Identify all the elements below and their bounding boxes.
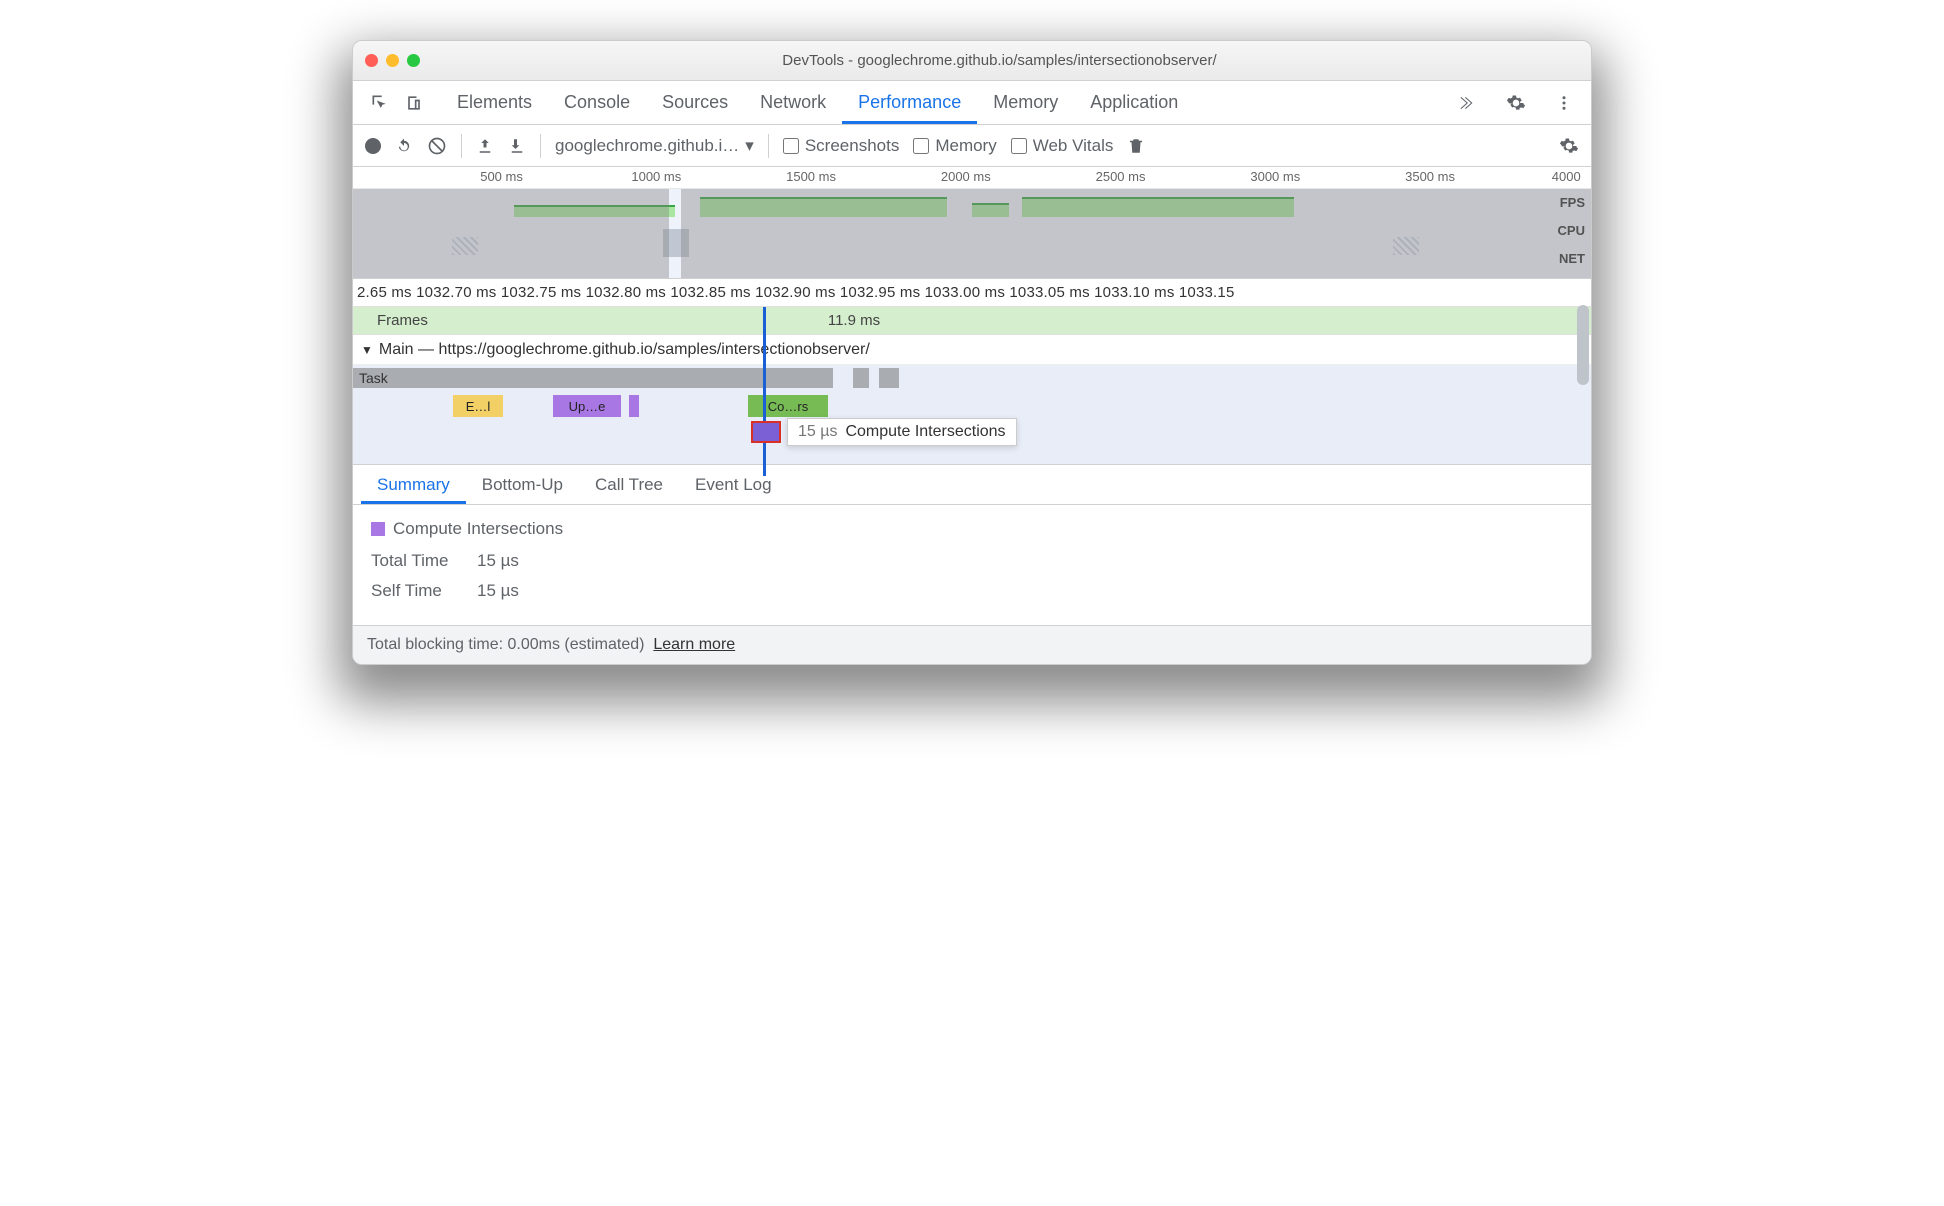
flame-task-small[interactable] xyxy=(853,368,869,388)
playhead-line[interactable] xyxy=(763,307,766,476)
flame-bar-update[interactable]: Up…e xyxy=(553,395,621,417)
titlebar: DevTools - googlechrome.github.io/sample… xyxy=(353,41,1591,81)
event-name: Compute Intersections xyxy=(393,519,563,539)
tooltip-label: Compute Intersections xyxy=(845,423,1005,440)
selected-event[interactable] xyxy=(751,421,781,443)
maximize-icon[interactable] xyxy=(407,54,420,67)
scrollbar-thumb[interactable] xyxy=(1577,305,1589,385)
main-thread-label: Main — https://googlechrome.github.io/sa… xyxy=(379,341,870,359)
frames-track[interactable]: Frames 11.9 ms xyxy=(353,307,1591,335)
tab-call-tree[interactable]: Call Tree xyxy=(579,465,679,504)
frames-label: Frames xyxy=(377,312,428,329)
flame-bar-composite[interactable]: Co…rs xyxy=(748,395,828,417)
inspect-icon[interactable] xyxy=(363,86,397,120)
window-title: DevTools - googlechrome.github.io/sample… xyxy=(420,52,1579,69)
footer: Total blocking time: 0.00ms (estimated) … xyxy=(353,625,1591,664)
tab-summary[interactable]: Summary xyxy=(361,465,466,504)
devtools-window: DevTools - googlechrome.github.io/sample… xyxy=(352,40,1592,665)
clear-button[interactable] xyxy=(427,136,447,156)
tab-event-log[interactable]: Event Log xyxy=(679,465,788,504)
frames-value: 11.9 ms xyxy=(828,312,880,329)
record-button[interactable] xyxy=(365,138,381,154)
detail-tabs: Summary Bottom-Up Call Tree Event Log xyxy=(353,465,1591,505)
memory-checkbox[interactable]: Memory xyxy=(913,136,996,156)
trash-button[interactable] xyxy=(1127,137,1145,155)
minimize-icon[interactable] xyxy=(386,54,399,67)
tooltip-duration: 15 µs xyxy=(798,423,837,440)
learn-more-link[interactable]: Learn more xyxy=(653,636,735,653)
self-time-label: Self Time xyxy=(371,581,461,601)
total-time-label: Total Time xyxy=(371,551,461,571)
tab-elements[interactable]: Elements xyxy=(441,81,548,124)
more-tabs-icon[interactable] xyxy=(1451,86,1485,120)
flame-task[interactable]: Task xyxy=(353,368,833,388)
summary-panel: Compute Intersections Total Time 15 µs S… xyxy=(353,505,1591,625)
flame-task-small-2[interactable] xyxy=(879,368,899,388)
flame-bar-event[interactable]: E…l xyxy=(453,395,503,417)
tab-sources[interactable]: Sources xyxy=(646,81,744,124)
event-color-swatch xyxy=(371,522,385,536)
blocking-time-text: Total blocking time: 0.00ms (estimated) xyxy=(367,636,644,653)
tab-console[interactable]: Console xyxy=(548,81,646,124)
kebab-menu-icon[interactable] xyxy=(1547,86,1581,120)
flame-chart[interactable]: Task E…l Up…e Co…rs 15 µs Compute Interse… xyxy=(353,365,1591,465)
profile-selector[interactable]: googlechrome.github.i… ▾ xyxy=(555,136,754,156)
performance-toolbar: googlechrome.github.i… ▾ Screenshots Mem… xyxy=(353,125,1591,167)
flame-tooltip: 15 µs Compute Intersections xyxy=(787,418,1017,446)
close-icon[interactable] xyxy=(365,54,378,67)
webvitals-checkbox[interactable]: Web Vitals xyxy=(1011,136,1114,156)
download-button[interactable] xyxy=(508,137,526,155)
capture-settings-icon[interactable] xyxy=(1559,136,1579,156)
profile-url: googlechrome.github.i… xyxy=(555,136,739,156)
tab-network[interactable]: Network xyxy=(744,81,842,124)
device-toggle-icon[interactable] xyxy=(397,86,431,120)
tab-application[interactable]: Application xyxy=(1074,81,1194,124)
overview-ruler[interactable]: 500 ms 1000 ms 1500 ms 2000 ms 2500 ms 3… xyxy=(353,167,1591,189)
total-time-value: 15 µs xyxy=(477,551,519,571)
screenshots-checkbox[interactable]: Screenshots xyxy=(783,136,900,156)
settings-icon[interactable] xyxy=(1499,86,1533,120)
dropdown-icon: ▾ xyxy=(745,136,754,156)
upload-button[interactable] xyxy=(476,137,494,155)
zoom-ruler[interactable]: 2.65 ms 1032.70 ms 1032.75 ms 1032.80 ms… xyxy=(353,279,1591,307)
devtools-tabs: Elements Console Sources Network Perform… xyxy=(353,81,1591,125)
self-time-value: 15 µs xyxy=(477,581,519,601)
flame-bar-purple-small[interactable] xyxy=(629,395,639,417)
reload-button[interactable] xyxy=(395,137,413,155)
overview-pane[interactable]: FPS CPU NET xyxy=(353,189,1591,279)
traffic-lights xyxy=(365,54,420,67)
tab-memory[interactable]: Memory xyxy=(977,81,1074,124)
disclosure-triangle-icon: ▼ xyxy=(361,343,373,357)
main-thread-header[interactable]: ▼ Main — https://googlechrome.github.io/… xyxy=(353,335,1591,365)
tab-performance[interactable]: Performance xyxy=(842,81,977,124)
tab-bottom-up[interactable]: Bottom-Up xyxy=(466,465,579,504)
